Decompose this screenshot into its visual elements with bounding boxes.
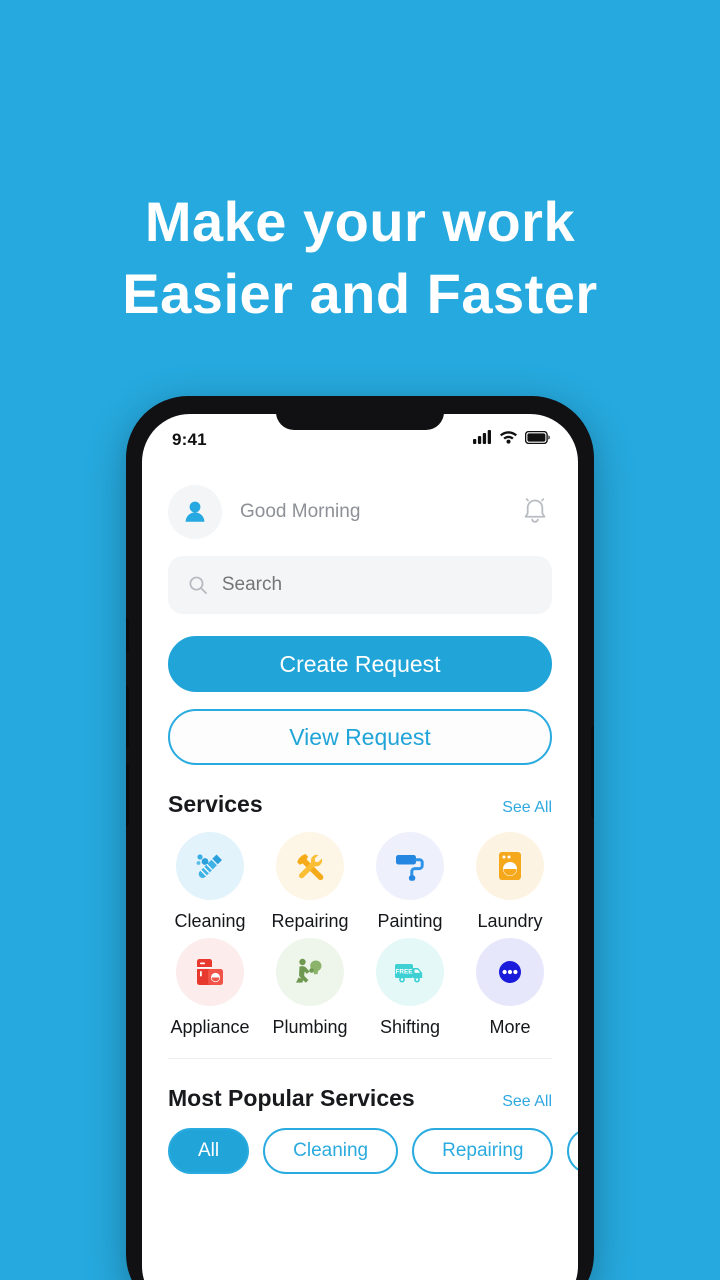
popular-section-header: Most Popular Services See All [142, 1059, 578, 1112]
app-header: Good Morning [142, 468, 578, 542]
service-label: Laundry [477, 911, 543, 931]
service-item-painting[interactable]: Painting [360, 832, 460, 932]
phone-mute-switch [126, 618, 129, 652]
filter-chip-cleaning[interactable]: Cleaning [263, 1128, 399, 1174]
service-label: More [489, 1017, 531, 1037]
create-request-button[interactable]: Create Request [168, 636, 552, 692]
headline-line-2: Easier and Faster [122, 262, 598, 325]
washer-icon [499, 852, 521, 880]
services-title: Services [168, 791, 263, 817]
service-item-cleaning[interactable]: Cleaning [160, 832, 260, 932]
service-label: Painting [377, 911, 443, 931]
more-dots-icon [499, 961, 521, 983]
promo-screenshot: Make your work Easier and Faster 9:41 Go… [0, 0, 720, 1280]
phone-screen: 9:41 Good Morning Search Create Request … [142, 414, 578, 1280]
plumber-icon [296, 958, 322, 983]
service-label: Appliance [170, 1017, 250, 1037]
service-item-appliance[interactable]: Appliance [160, 938, 260, 1038]
headline-line-1: Make your work [144, 190, 576, 253]
service-label: Plumbing [272, 1017, 348, 1037]
phone-power-button [591, 726, 594, 818]
service-icon-bg [176, 938, 244, 1006]
services-see-all-link[interactable]: See All [502, 799, 552, 817]
bell-icon[interactable] [518, 495, 552, 529]
filter-chip-repairing[interactable]: Repairing [412, 1128, 554, 1174]
service-label: Shifting [379, 1017, 441, 1037]
service-item-more[interactable]: More [460, 938, 560, 1038]
service-item-shifting[interactable]: FREE Shifting [360, 938, 460, 1038]
services-section-header: Services See All [142, 765, 578, 818]
filter-chip-all[interactable]: All [168, 1128, 250, 1174]
request-actions: Create Request View Request [142, 614, 578, 765]
phone-notch [276, 414, 444, 430]
service-icon-bg [376, 832, 444, 900]
service-icon-bg [476, 832, 544, 900]
cellular-signal-icon [473, 430, 491, 444]
service-icon-bg [276, 832, 344, 900]
battery-icon [525, 430, 550, 444]
filter-chip-painting[interactable]: Painting [567, 1128, 578, 1174]
service-item-repairing[interactable]: Repairing [260, 832, 360, 932]
phone-volume-down-button [126, 764, 129, 826]
popular-title: Most Popular Services [168, 1085, 415, 1111]
status-bar-icons [473, 430, 550, 444]
svg-text:FREE: FREE [395, 969, 413, 976]
avatar[interactable] [168, 485, 222, 539]
phone-mockup: 9:41 Good Morning Search Create Request … [126, 396, 594, 1280]
search-input[interactable] [221, 574, 532, 596]
service-item-laundry[interactable]: Laundry [460, 832, 560, 932]
service-icon-bg [476, 938, 544, 1006]
wifi-icon [500, 431, 517, 444]
user-avatar-icon [185, 501, 205, 522]
services-grid: Cleaning Repairing Painting Laundry Appl… [142, 818, 578, 1038]
paint-roller-icon [396, 855, 424, 881]
greeting-text: Good Morning [240, 501, 361, 522]
tools-icon [297, 854, 324, 881]
service-label: Cleaning [174, 911, 246, 931]
search-icon [189, 576, 207, 594]
service-label: Repairing [271, 911, 349, 931]
popular-filter-chips: All Cleaning Repairing Painting [142, 1112, 578, 1174]
service-icon-bg [276, 938, 344, 1006]
search-section [142, 542, 578, 614]
broom-icon [196, 854, 222, 878]
delivery-truck-icon: FREE [395, 964, 423, 983]
appliance-icon [197, 959, 223, 985]
service-icon-bg [176, 832, 244, 900]
promo-headline: Make your work Easier and Faster [0, 186, 720, 330]
popular-see-all-link[interactable]: See All [502, 1093, 552, 1111]
view-request-button[interactable]: View Request [168, 709, 552, 765]
search-bar[interactable] [168, 556, 552, 614]
phone-volume-up-button [126, 686, 129, 748]
status-bar-time: 9:41 [172, 430, 207, 449]
service-item-plumbing[interactable]: Plumbing [260, 938, 360, 1038]
service-icon-bg: FREE [376, 938, 444, 1006]
